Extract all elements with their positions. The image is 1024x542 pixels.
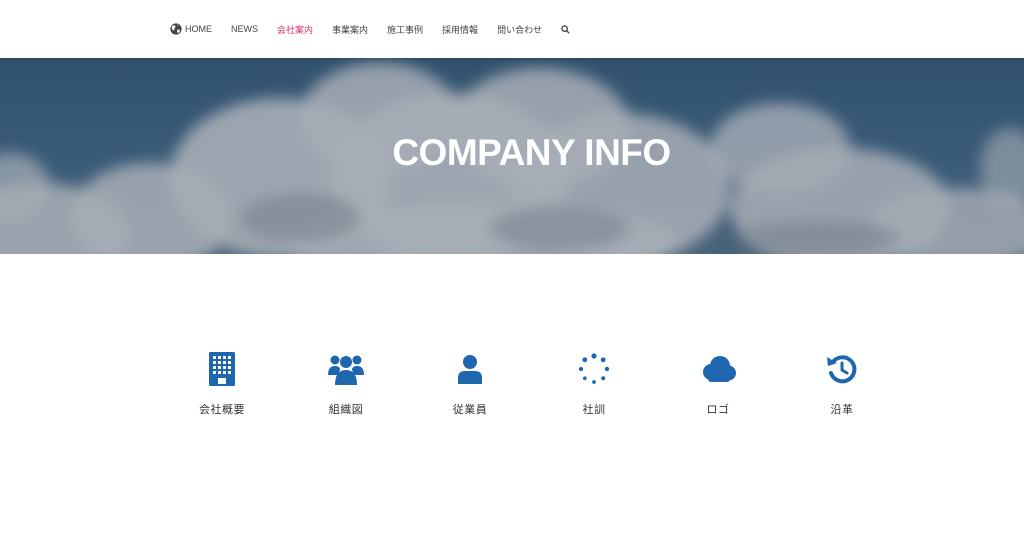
nav-menu: HOME NEWS 会社案内 事業案内 施工事例 採用情報 問い合わせ xyxy=(170,0,570,58)
menu-item-label: 会社概要 xyxy=(199,403,245,416)
hero-banner: COMPANY INFO xyxy=(0,58,1024,254)
menu-item-history[interactable]: 沿革 xyxy=(780,350,904,430)
menu-item-logo[interactable]: ロゴ xyxy=(656,350,780,430)
nav-item-label: 施工事例 xyxy=(387,24,424,35)
menu-item-label: 社訓 xyxy=(582,403,606,416)
building-icon xyxy=(160,350,284,388)
nav-item-label: 会社案内 xyxy=(277,24,314,35)
menu-item-employees[interactable]: 従業員 xyxy=(408,350,532,430)
nav-item-business[interactable]: 事業案内 xyxy=(332,23,368,36)
spinner-icon xyxy=(532,350,656,388)
company-info-menu: 会社概要 組織図 従業員 社訓 ロゴ 沿革 xyxy=(160,350,904,430)
search-icon[interactable] xyxy=(561,24,570,34)
nav-item-news[interactable]: NEWS xyxy=(231,24,258,34)
nav-item-label: 事業案内 xyxy=(332,24,369,35)
user-icon xyxy=(408,350,532,388)
menu-item-motto[interactable]: 社訓 xyxy=(532,350,656,430)
menu-item-label: 組織図 xyxy=(328,403,364,416)
top-nav: HOME NEWS 会社案内 事業案内 施工事例 採用情報 問い合わせ xyxy=(0,0,1024,58)
users-icon xyxy=(284,350,408,388)
history-icon xyxy=(780,350,904,388)
nav-item-recruit[interactable]: 採用情報 xyxy=(442,23,478,36)
menu-item-label: 沿革 xyxy=(830,403,854,416)
nav-item-company[interactable]: 会社案内 xyxy=(277,23,313,36)
nav-item-label: 採用情報 xyxy=(442,24,479,35)
page-title: COMPANY INFO xyxy=(392,132,671,173)
menu-item-org-chart[interactable]: 組織図 xyxy=(284,350,408,430)
nav-item-label: NEWS xyxy=(231,24,258,34)
nav-item-home[interactable]: HOME xyxy=(170,23,212,35)
menu-item-company-overview[interactable]: 会社概要 xyxy=(160,350,284,430)
globe-icon xyxy=(170,23,182,35)
nav-item-contact[interactable]: 問い合わせ xyxy=(497,23,542,36)
cloud-icon xyxy=(656,350,780,388)
nav-item-works[interactable]: 施工事例 xyxy=(387,23,423,36)
nav-item-label: HOME xyxy=(185,24,212,34)
menu-item-label: ロゴ xyxy=(706,403,730,416)
menu-item-label: 従業員 xyxy=(452,403,488,416)
nav-item-label: 問い合わせ xyxy=(497,24,543,35)
